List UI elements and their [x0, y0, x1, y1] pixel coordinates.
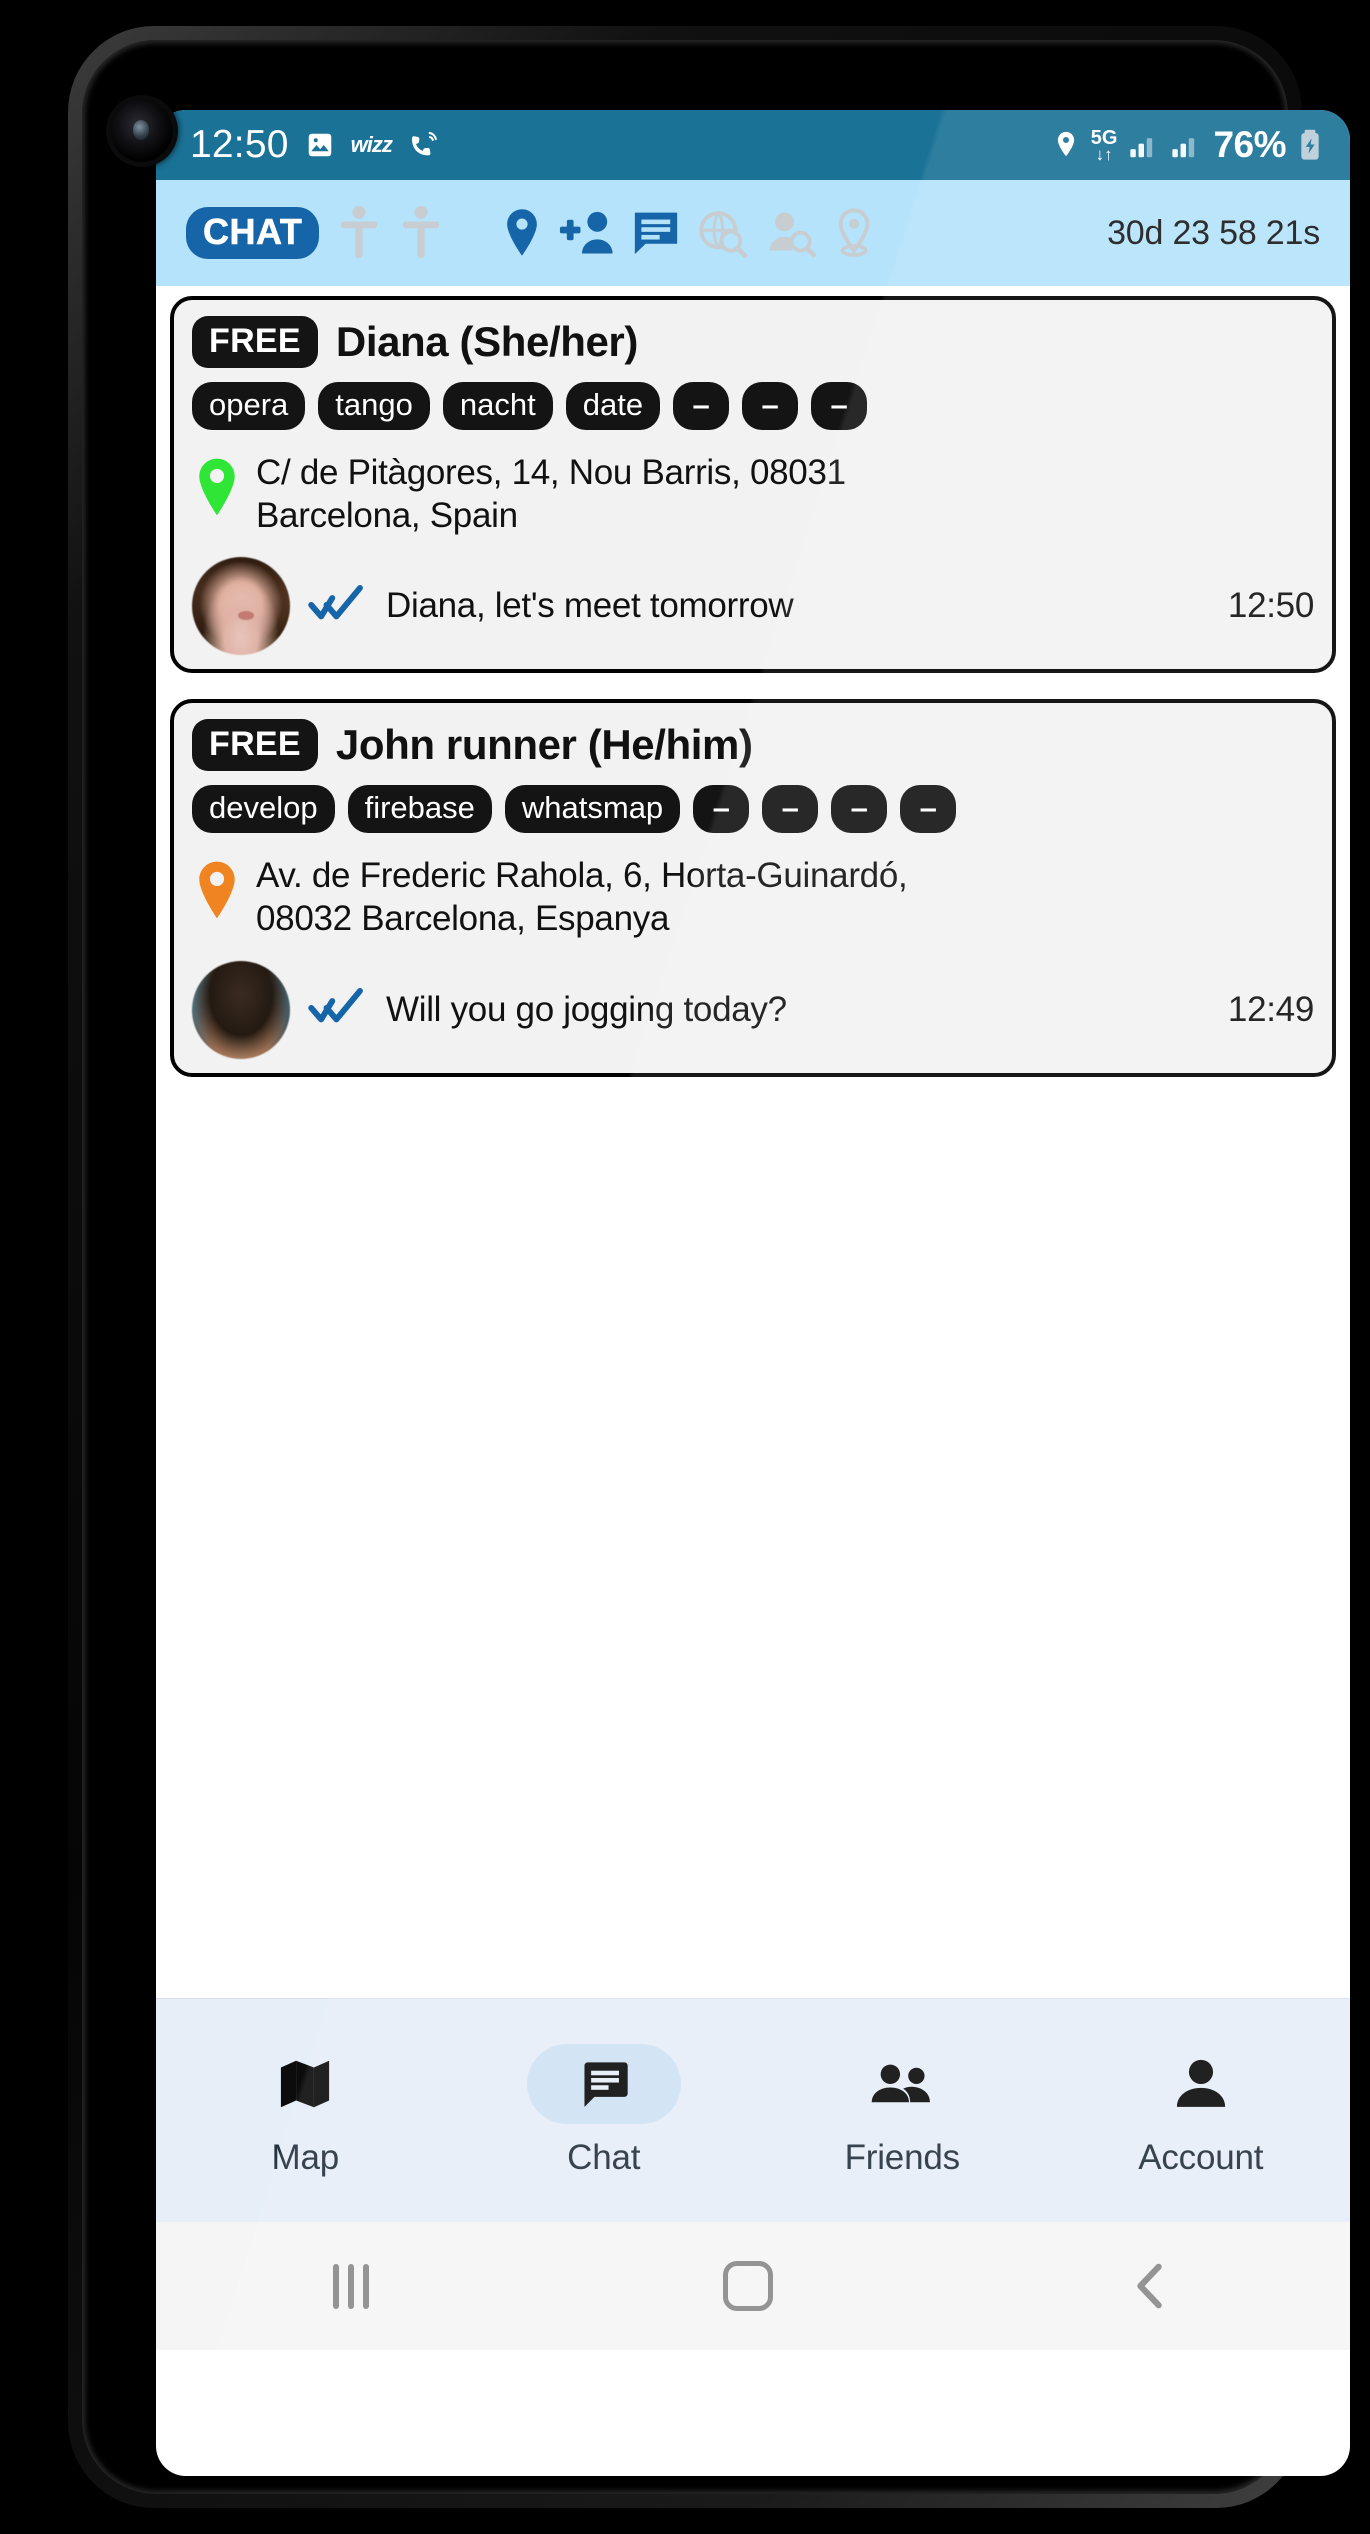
chat-card-header: FREE John runner (He/him): [192, 719, 1314, 772]
session-timer: 30d 23 58 21s: [1107, 213, 1320, 252]
image-icon: [305, 130, 335, 160]
tag-chip[interactable]: nacht: [442, 382, 553, 430]
empty-tag-chip[interactable]: –: [900, 785, 957, 834]
screenshot-stage: 12:50 wizz 5G ↓↑ 76% CHAT 30d 23 58 21s …: [0, 0, 1370, 2534]
tag-list: develop firebase whatsmap – – – –: [192, 785, 1314, 834]
empty-tag-chip[interactable]: –: [693, 785, 750, 834]
double-check-read-icon: [308, 986, 366, 1033]
wizz-icon: wizz: [350, 132, 393, 157]
contact-name: Diana (She/her): [335, 318, 638, 365]
person-icon: [1173, 2056, 1229, 2112]
status-bar-right: 5G ↓↑ 76%: [1053, 124, 1322, 166]
chat-bubble-icon[interactable]: [631, 208, 681, 258]
map-pin-icon[interactable]: [501, 207, 543, 259]
empty-tag-chip[interactable]: –: [831, 785, 888, 834]
nav-label: Friends: [844, 2137, 961, 2177]
address-line-2: Barcelona, Spain: [256, 495, 518, 535]
map-pin-icon: [192, 456, 242, 523]
address-text: C/ de Pitàgores, 14, Nou Barris, 08031 B…: [256, 452, 846, 537]
toolbar-action-group: [501, 207, 875, 259]
male-figure-icon[interactable]: [339, 204, 379, 262]
nav-icon-wrap: [1124, 2044, 1278, 2124]
status-badge: FREE: [192, 316, 318, 368]
pin-search-icon: [833, 207, 875, 259]
double-check-read-icon: [308, 583, 366, 630]
status-time: 12:50: [190, 123, 289, 166]
phone-screen: 12:50 wizz 5G ↓↑ 76% CHAT 30d 23 58 21s …: [156, 110, 1350, 2476]
message-time: 12:50: [1227, 586, 1314, 626]
chat-card-header: FREE Diana (She/her): [192, 316, 1314, 368]
globe-search-icon: [697, 208, 749, 258]
chat-bubble-icon: [577, 2057, 631, 2111]
people-icon: [869, 2058, 935, 2110]
add-person-icon[interactable]: [559, 208, 615, 258]
recents-icon[interactable]: [333, 2263, 369, 2309]
location-icon: [1053, 130, 1079, 160]
map-icon: [276, 2055, 334, 2113]
tag-chip[interactable]: develop: [192, 785, 335, 834]
front-camera: [111, 100, 173, 162]
nav-icon-wrap-active: [526, 2043, 681, 2124]
status-bar: 12:50 wizz 5G ↓↑ 76%: [156, 110, 1350, 180]
tag-chip[interactable]: opera: [192, 382, 306, 430]
call-wifi-icon: [408, 130, 440, 160]
back-icon[interactable]: [1127, 2261, 1173, 2311]
system-navigation-bar: [156, 2222, 1350, 2350]
battery-charging-icon: [1298, 129, 1322, 161]
nav-label: Map: [271, 2137, 340, 2177]
bottom-navigation: Map Chat Friends Account: [156, 1998, 1350, 2222]
message-row[interactable]: Diana, let's meet tomorrow 12:50: [192, 557, 1314, 656]
message-time: 12:49: [1227, 989, 1314, 1029]
message-preview: Diana, let's meet tomorrow: [386, 586, 794, 626]
chat-card[interactable]: FREE Diana (She/her) opera tango nacht d…: [170, 296, 1336, 674]
mode-chat-button[interactable]: CHAT: [186, 207, 320, 259]
contact-name: John runner (He/him): [335, 721, 753, 769]
empty-tag-chip[interactable]: –: [811, 382, 868, 430]
home-icon[interactable]: [723, 2261, 773, 2311]
nav-label: Chat: [567, 2137, 641, 2177]
nav-icon-wrap: [228, 2044, 382, 2124]
network-5g-icon: 5G ↓↑: [1090, 126, 1118, 164]
nav-tab-chat[interactable]: Chat: [455, 2043, 754, 2178]
empty-tag-chip[interactable]: –: [742, 382, 799, 430]
phone-device-frame: 12:50 wizz 5G ↓↑ 76% CHAT 30d 23 58 21s …: [68, 26, 1350, 2508]
nav-icon-wrap: [825, 2044, 979, 2124]
battery-percent: 76%: [1213, 124, 1286, 165]
status-bar-left: 12:50 wizz: [190, 123, 440, 167]
tag-chip[interactable]: whatsmap: [504, 785, 681, 834]
signal-icon: [1171, 131, 1201, 159]
app-toolbar: CHAT 30d 23 58 21s: [156, 180, 1350, 286]
tag-chip[interactable]: firebase: [347, 785, 492, 834]
chat-list: FREE Diana (She/her) opera tango nacht d…: [156, 296, 1350, 1998]
avatar[interactable]: [192, 960, 290, 1059]
tag-chip[interactable]: tango: [318, 382, 430, 430]
tag-list: opera tango nacht date – – –: [192, 382, 1314, 430]
message-row[interactable]: Will you go jogging today? 12:49: [192, 960, 1314, 1059]
empty-tag-chip[interactable]: –: [762, 785, 819, 834]
nav-label: Account: [1138, 2137, 1264, 2177]
address-line-1: Av. de Frederic Rahola, 6, Horta-Guinard…: [256, 856, 908, 896]
person-search-icon: [765, 208, 817, 258]
tag-chip[interactable]: date: [565, 382, 661, 430]
nav-tab-map[interactable]: Map: [156, 2044, 455, 2178]
gender-filter-group: [339, 204, 441, 262]
message-preview: Will you go jogging today?: [386, 989, 787, 1029]
map-pin-icon: [192, 859, 242, 926]
signal-icon: [1129, 131, 1159, 159]
address-text: Av. de Frederic Rahola, 6, Horta-Guinard…: [256, 855, 908, 940]
chat-card[interactable]: FREE John runner (He/him) develop fireba…: [170, 699, 1336, 1077]
chat-list-inner: FREE Diana (She/her) opera tango nacht d…: [156, 296, 1350, 1077]
empty-tag-chip[interactable]: –: [673, 382, 730, 430]
status-badge: FREE: [192, 719, 318, 772]
address-line-2: 08032 Barcelona, Espanya: [256, 899, 670, 939]
avatar[interactable]: [192, 557, 290, 656]
female-figure-icon[interactable]: [401, 204, 441, 262]
nav-tab-account[interactable]: Account: [1052, 2044, 1351, 2178]
nav-tab-friends[interactable]: Friends: [753, 2044, 1052, 2178]
address-row: C/ de Pitàgores, 14, Nou Barris, 08031 B…: [192, 452, 1314, 537]
address-row: Av. de Frederic Rahola, 6, Horta-Guinard…: [192, 855, 1314, 940]
address-line-1: C/ de Pitàgores, 14, Nou Barris, 08031: [256, 453, 846, 492]
